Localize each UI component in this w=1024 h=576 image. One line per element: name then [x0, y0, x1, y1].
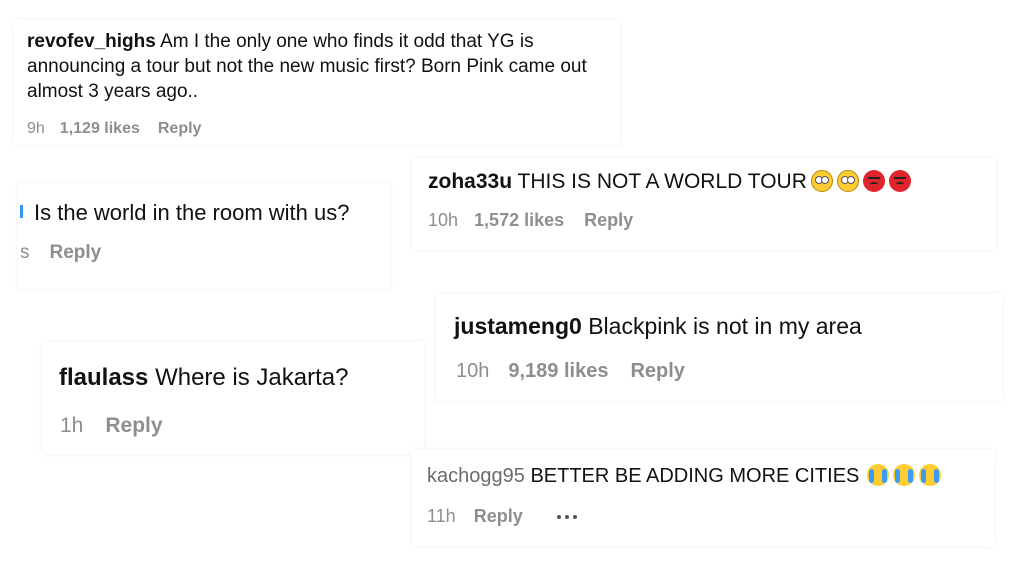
loudly-crying-face-icon: [893, 464, 916, 486]
comment-time: 11h: [427, 506, 456, 526]
comment-text: BETTER BE ADDING MORE CITIES: [530, 465, 860, 487]
comment-text: THIS IS NOT A WORLD TOUR: [517, 170, 807, 193]
comment-meta: s Reply: [20, 242, 101, 264]
face-with-rolling-eyes-icon: [836, 170, 859, 192]
more-options-icon[interactable]: [556, 514, 577, 519]
comment-likes[interactable]: 1,572 likes: [474, 210, 564, 231]
comment-time: 10h: [456, 360, 490, 382]
comment-time: 9h: [27, 120, 45, 137]
comment-meta: 10h 9,189 likes Reply: [456, 360, 685, 383]
reply-button[interactable]: Reply: [105, 414, 162, 438]
comment-meta: 11h Reply: [427, 506, 577, 527]
reply-button[interactable]: Reply: [50, 242, 102, 264]
comment-meta: 9h 1,129 likes Reply: [27, 120, 201, 138]
comment-meta: 1h Reply: [60, 414, 163, 438]
loudly-crying-face-icon: [919, 464, 942, 486]
comment-time: 10h: [428, 210, 459, 230]
comment-likes[interactable]: 9,189 likes: [508, 360, 608, 383]
comment-zoha33u: zoha33u THIS IS NOT A WORLD TOUR 10h 1,5…: [412, 158, 996, 250]
comment-time: 1h: [60, 414, 84, 437]
comment-kachogg95: kachogg95 BETTER BE ADDING MORE CITIES 1…: [412, 450, 994, 546]
face-with-rolling-eyes-icon: [810, 170, 833, 192]
comment-text: Where is Jakarta?: [155, 364, 349, 391]
comment-username[interactable]: revofev_highs: [27, 31, 156, 52]
angry-face-icon: [862, 170, 885, 192]
comment-likes[interactable]: 1,129 likes: [60, 120, 140, 138]
comment-time: s: [20, 242, 30, 263]
angry-face-icon: [888, 170, 911, 192]
reply-button[interactable]: Reply: [474, 506, 523, 527]
comment-text: Blackpink is not in my area: [588, 313, 862, 339]
reply-button[interactable]: Reply: [584, 210, 633, 231]
comment-text: Is the world in the room with us?: [34, 200, 350, 225]
comment-revofev-highs: revofev_highs Am I the only one who find…: [14, 20, 620, 144]
comment-username[interactable]: zoha33u: [428, 170, 512, 193]
reply-button[interactable]: Reply: [630, 360, 684, 383]
cropped-username-fragment: [20, 205, 23, 218]
comment-meta: 10h 1,572 likes Reply: [428, 210, 633, 231]
comment-username[interactable]: kachogg95: [427, 465, 525, 487]
comment-flaulass: flaulass Where is Jakarta? 1h Reply: [42, 342, 424, 454]
comment-justameng0: justameng0 Blackpink is not in my area 1…: [436, 294, 1002, 400]
comment-username[interactable]: flaulass: [59, 364, 148, 391]
comment-cropped: Is the world in the room with us? s Repl…: [18, 184, 390, 288]
reply-button[interactable]: Reply: [158, 120, 202, 138]
comment-username[interactable]: justameng0: [454, 313, 582, 339]
loudly-crying-face-icon: [867, 464, 890, 486]
